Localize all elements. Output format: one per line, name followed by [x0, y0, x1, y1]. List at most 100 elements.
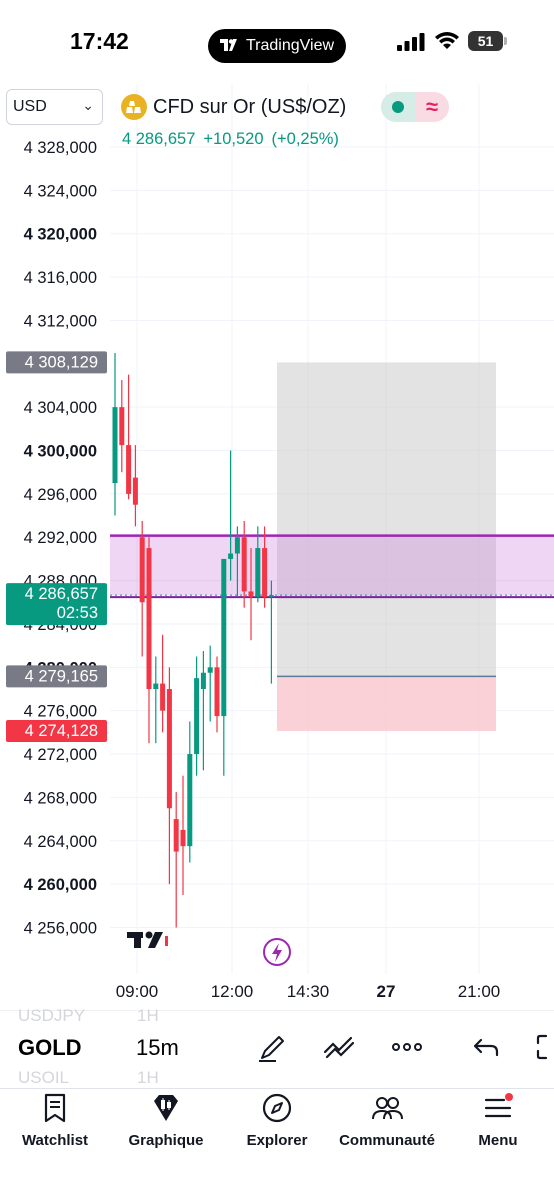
gold-bars-icon	[121, 94, 147, 120]
candle[interactable]	[221, 558, 227, 717]
candle[interactable]	[160, 683, 166, 711]
indicators-icon[interactable]	[322, 1030, 356, 1064]
candle[interactable]	[194, 678, 200, 755]
price-axis-label: 4 304,000	[24, 399, 97, 417]
nav-explorer[interactable]: Explorer	[243, 1092, 311, 1149]
price-axis-label: 4 256,000	[24, 919, 97, 937]
watchlist-icon	[44, 1093, 66, 1123]
position-target-zone[interactable]	[277, 362, 496, 677]
next-interval-ghost: 1H	[137, 1068, 159, 1087]
nav-community[interactable]: Communauté	[336, 1092, 438, 1149]
price-axis-label: 4 316,000	[24, 269, 97, 287]
dynamic-island: TradingView	[208, 29, 346, 63]
next-symbol-ghost: USOIL	[18, 1068, 70, 1087]
price-change-pct: (+0,25%)	[271, 130, 339, 148]
price-axis-label: 4 312,000	[24, 312, 97, 330]
currency-value: USD	[13, 98, 47, 115]
notification-dot-icon	[505, 1093, 513, 1101]
time-axis-label: 21:00	[458, 982, 501, 1001]
nav-label-menu: Menu	[478, 1132, 518, 1149]
candle[interactable]	[180, 829, 186, 847]
price-axis-label: 4 296,000	[24, 486, 97, 504]
time-axis-label: 09:00	[116, 982, 159, 1001]
chevron-down-icon: ⌄	[82, 97, 94, 113]
price-summary: 4 286,657 +10,520 (+0,25%)	[122, 130, 347, 149]
nav-label-chart: Graphique	[128, 1132, 204, 1149]
symbol-picker[interactable]: GOLD	[18, 1035, 82, 1061]
price-tag-label: 4 279,165	[25, 667, 98, 685]
compass-icon	[262, 1093, 292, 1123]
price-axis-label: 4 268,000	[24, 789, 97, 807]
candle[interactable]	[255, 548, 261, 597]
position-stop-zone[interactable]	[277, 676, 496, 731]
candle[interactable]	[146, 548, 152, 689]
candle[interactable]	[153, 683, 159, 689]
symbol-name: CFD sur Or (US$/OZ)	[153, 95, 347, 118]
price-axis-label: 4 292,000	[24, 529, 97, 547]
fullscreen-icon[interactable]	[532, 1030, 554, 1064]
candle[interactable]	[268, 595, 274, 597]
battery-icon: 51	[468, 31, 508, 51]
time-axis-label: 27	[377, 982, 396, 1001]
price-axis-label: 4 320,000	[24, 226, 97, 244]
nav-label-explorer: Explorer	[246, 1132, 308, 1149]
price-axis-label: 4 264,000	[24, 833, 97, 851]
countdown-label: 02:53	[57, 604, 98, 622]
tradingview-logo-icon	[219, 38, 240, 55]
candle[interactable]	[228, 553, 234, 559]
candle[interactable]	[187, 754, 193, 847]
delayed-data-icon: ≈	[415, 92, 449, 122]
menu-icon	[484, 1093, 513, 1118]
wifi-icon	[435, 32, 459, 49]
candle[interactable]	[241, 537, 247, 592]
cellular-signal-icon	[397, 33, 425, 51]
nav-chart[interactable]: Graphique	[124, 1092, 208, 1149]
price-axis-label: 4 324,000	[24, 182, 97, 200]
prev-symbol-ghost: USDJPY	[18, 1006, 86, 1025]
chart-icon	[154, 1095, 178, 1121]
undo-icon[interactable]	[470, 1030, 504, 1064]
time-axis-label: 14:30	[287, 982, 330, 1001]
nav-menu[interactable]: Menu	[473, 1092, 523, 1149]
candle[interactable]	[126, 445, 132, 494]
more-options-icon[interactable]	[390, 1030, 424, 1064]
price-change: +10,520	[203, 130, 264, 148]
currency-selector[interactable]: USD ⌄	[6, 89, 103, 125]
community-icon	[372, 1097, 403, 1120]
candle[interactable]	[112, 407, 118, 484]
nav-label-community: Communauté	[339, 1132, 435, 1149]
price-axis-label: 4 260,000	[24, 876, 97, 894]
island-label: TradingView	[245, 37, 335, 54]
candle[interactable]	[248, 591, 254, 597]
candle[interactable]	[119, 407, 125, 446]
market-open-dot-icon	[392, 101, 404, 113]
prev-interval-ghost: 1H	[137, 1006, 159, 1025]
price-tag-label: 4 286,657	[25, 585, 98, 603]
price-axis-label: 4 300,000	[24, 443, 97, 461]
candle[interactable]	[139, 537, 145, 603]
nav-label-watchlist: Watchlist	[21, 1132, 89, 1149]
nav-watchlist[interactable]: Watchlist	[20, 1092, 90, 1149]
candle[interactable]	[166, 689, 172, 809]
candle[interactable]	[173, 819, 179, 852]
market-status-pill[interactable]: ≈	[381, 92, 449, 122]
lightning-icon[interactable]	[263, 938, 291, 966]
candle[interactable]	[234, 537, 240, 554]
tradingview-watermark-icon	[127, 931, 168, 948]
draw-pen-icon[interactable]	[256, 1030, 290, 1064]
clock: 17:42	[70, 28, 129, 54]
battery-level: 51	[468, 31, 503, 51]
candle[interactable]	[132, 477, 138, 505]
price-chart[interactable]: 4 328,000 4 324,000 4 320,000 4 316,000 4 31…	[0, 84, 554, 1010]
candle[interactable]	[214, 667, 220, 717]
price-tag-label: 4 274,128	[25, 722, 98, 740]
candle[interactable]	[262, 548, 268, 597]
interval-picker[interactable]: 15m	[136, 1035, 179, 1061]
symbol-header[interactable]: CFD sur Or (US$/OZ)	[121, 92, 346, 122]
purple-zone[interactable]	[110, 535, 554, 596]
price-axis-label: 4 272,000	[24, 746, 97, 764]
status-bar: 17:42 TradingView 51	[0, 0, 554, 84]
candle[interactable]	[200, 672, 206, 689]
candle[interactable]	[207, 667, 213, 673]
price-axis-label: 4 276,000	[24, 703, 97, 721]
